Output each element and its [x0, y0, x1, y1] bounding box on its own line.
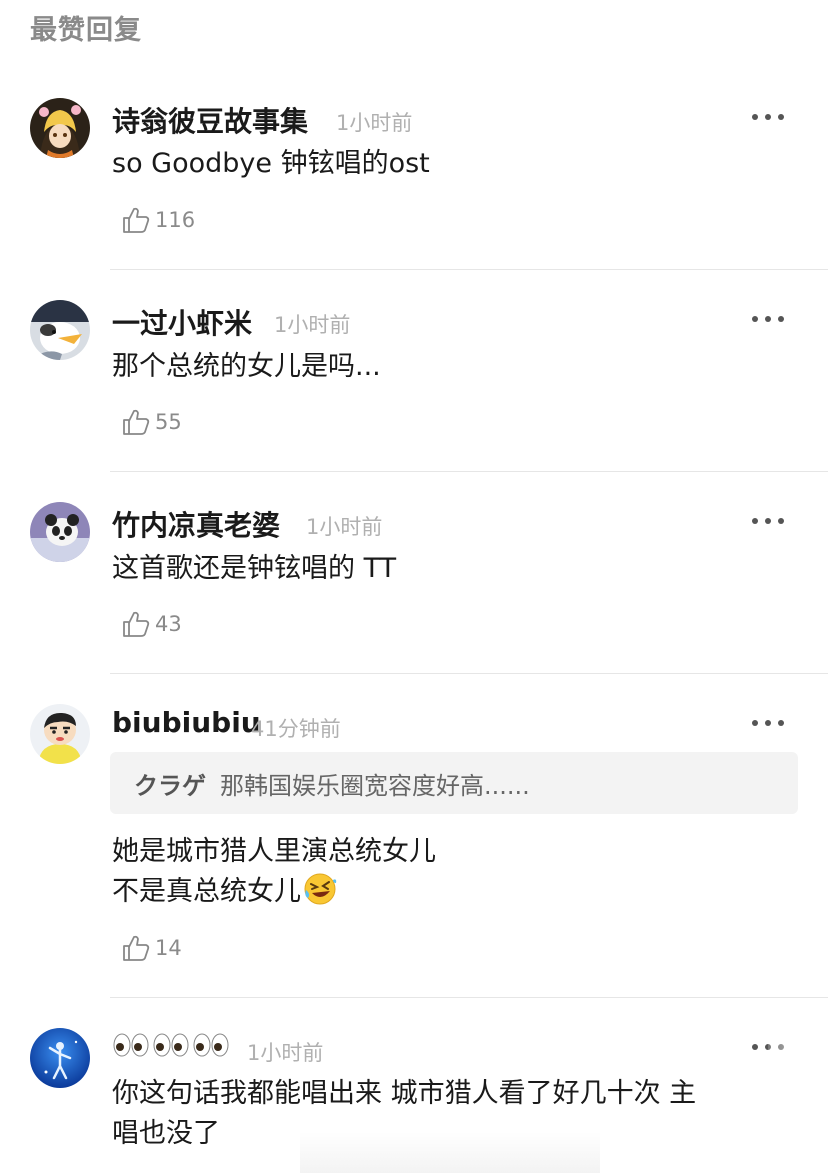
like-count: 55: [155, 410, 182, 434]
comment-text-line: 不是真总统女儿: [112, 872, 782, 912]
more-options-icon[interactable]: [752, 112, 784, 122]
more-options-icon[interactable]: [752, 516, 784, 526]
blue-figure-avatar-icon: [30, 1028, 90, 1088]
panda-avatar-icon: [30, 502, 90, 562]
divider: [110, 471, 828, 472]
user-avatar[interactable]: [30, 1028, 90, 1088]
quoted-username[interactable]: クラゲ: [134, 766, 206, 801]
comment-text: so Goodbye 钟铉唱的ost: [112, 148, 430, 179]
section-title: 最赞回复: [30, 15, 142, 46]
comment-text: 那个总统的女儿是吗...: [112, 351, 381, 382]
comment-text-line: 你这句话我都能唱出来 城市猎人看了好几十次 主: [112, 1078, 697, 1109]
like-button[interactable]: 116: [120, 204, 195, 236]
quoted-text: 那韩国娱乐圈宽容度好高......: [220, 771, 530, 800]
divider: [110, 269, 828, 270]
like-count: 14: [155, 936, 182, 960]
like-button[interactable]: 55: [120, 406, 182, 438]
user-avatar[interactable]: [30, 98, 90, 158]
comment-text: 这首歌还是钟铉唱的 TT: [112, 553, 397, 584]
timestamp: 1小时前: [247, 1041, 324, 1065]
like-button[interactable]: 43: [120, 608, 182, 640]
timestamp: 1小时前: [306, 515, 383, 539]
timestamp: 41分钟前: [251, 717, 341, 741]
comment-text-line: 她是城市猎人里演总统女儿: [112, 836, 436, 867]
timestamp: 1小时前: [336, 111, 413, 135]
username[interactable]: 竹内凉真老婆: [112, 504, 280, 544]
username[interactable]: 诗翁彼豆故事集: [112, 100, 308, 140]
like-count: 116: [155, 208, 196, 232]
like-button[interactable]: 14: [120, 932, 182, 964]
thumbs-up-icon: [123, 935, 150, 961]
like-count: 43: [155, 612, 182, 636]
username[interactable]: biubiubiu: [112, 706, 261, 739]
quoted-reply[interactable]: クラゲ 那韩国娱乐圈宽容度好高......: [110, 752, 798, 814]
user-avatar[interactable]: [30, 300, 90, 360]
user-avatar[interactable]: [30, 502, 90, 562]
username[interactable]: 一过小虾米: [112, 302, 252, 342]
thumbs-up-icon: [123, 611, 150, 637]
bottom-fade: [300, 1132, 600, 1173]
comments-page: 最赞回复 诗翁彼豆故事集 1小时前 so Goodbye 钟铉唱的ost 116…: [0, 0, 828, 1173]
cartoon-boy-avatar-icon: [30, 704, 90, 764]
eyes-emoji-icon: [113, 1033, 149, 1057]
more-options-icon[interactable]: [752, 718, 784, 728]
divider: [110, 997, 828, 998]
penguin-avatar-icon: [30, 300, 90, 360]
comment-text: 她是城市猎人里演总统女儿 不是真总统女儿: [112, 832, 782, 912]
eyes-emoji-icon: [193, 1033, 229, 1057]
thumbs-up-icon: [123, 207, 150, 233]
rolling-laughing-emoji-icon: [304, 873, 337, 905]
eyes-emoji-icon: [153, 1033, 189, 1057]
more-options-icon[interactable]: [752, 314, 784, 324]
anime-character-avatar-icon: [30, 98, 90, 158]
divider: [110, 673, 828, 674]
username-emoji[interactable]: [112, 1030, 230, 1060]
timestamp: 1小时前: [274, 313, 351, 337]
comment-text-line-content: 不是真总统女儿: [112, 876, 301, 907]
thumbs-up-icon: [123, 409, 150, 435]
user-avatar[interactable]: [30, 704, 90, 764]
edge-fade: [768, 1020, 828, 1140]
